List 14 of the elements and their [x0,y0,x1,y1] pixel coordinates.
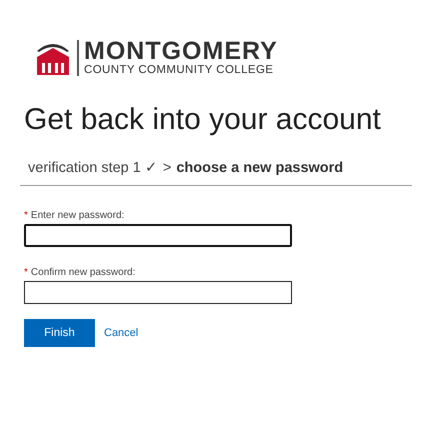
field-label: Enter new password: [30,210,124,221]
current-step: choose a new password [176,160,344,176]
page-title: Get back into your account [24,103,382,137]
field-label: Confirm new password: [30,267,136,278]
finish-button[interactable]: Finish [24,319,95,347]
required-mark: * [24,267,28,278]
college-subtitle: COUNTY COMMUNITY COLLEGE [84,64,274,77]
password-field[interactable] [24,281,292,304]
step-separator: > [162,160,172,176]
password-field[interactable] [24,224,292,247]
college-name: MONTGOMERY [84,38,278,64]
cancel-link[interactable]: Cancel [104,327,138,339]
required-mark: * [24,210,28,221]
completed-step: verification step 1 ✓ [28,159,158,176]
